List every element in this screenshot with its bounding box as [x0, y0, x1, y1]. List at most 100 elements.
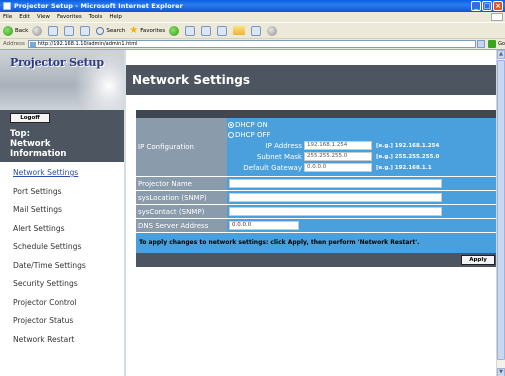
window-controls: _ □ × — [471, 1, 503, 11]
sidebar-item-network-settings[interactable]: Network Settings — [0, 164, 124, 183]
dns-server-input[interactable]: 0.0.0.0 — [229, 221, 299, 230]
messenger-button[interactable] — [267, 25, 279, 36]
dhcp-on-option[interactable]: DHCP ON — [228, 120, 498, 130]
favorites-button[interactable]: ★ Favorites — [129, 24, 166, 36]
ip-address-label: IP Address — [265, 141, 302, 150]
ip-address-input[interactable]: 192.168.1.254 — [304, 141, 372, 150]
ip-configuration-row: IP Configuration DHCP ON DHCP OFF IP Add… — [136, 118, 498, 177]
maximize-button[interactable]: □ — [482, 1, 492, 11]
menu-view[interactable]: View — [37, 14, 50, 20]
print-button[interactable] — [201, 25, 213, 36]
window-title: Projector Setup - Microsoft Internet Exp… — [14, 2, 183, 10]
go-label: Go — [498, 41, 505, 47]
refresh-icon — [64, 25, 75, 36]
scroll-thumb[interactable] — [497, 60, 505, 360]
page-viewport: Projector Setup Logoff Top: Network Info… — [0, 49, 505, 376]
subnet-mask-input[interactable]: 255.255.255.0 — [304, 152, 372, 161]
default-gateway-line: Default Gateway 0.0.0.0 [e.g.] 192.168.1… — [228, 162, 498, 173]
folder-button[interactable] — [233, 26, 247, 35]
menu-file[interactable]: File — [3, 14, 12, 20]
media-icon — [251, 25, 262, 36]
apply-button[interactable]: Apply — [461, 255, 495, 265]
forward-button[interactable] — [32, 25, 44, 36]
projector-name-row: Projector Name — [136, 177, 498, 191]
subnet-mask-line: Subnet Mask 255.255.255.0 [e.g.] 255.255… — [228, 151, 498, 162]
vertical-scrollbar[interactable]: ▲ ▼ — [496, 50, 505, 376]
dhcp-off-radio[interactable] — [228, 132, 234, 138]
sidebar-item-alert-settings[interactable]: Alert Settings — [0, 220, 124, 239]
syslocation-input[interactable] — [229, 193, 442, 202]
home-icon — [80, 25, 91, 36]
sidebar-item-date-time-settings[interactable]: Date/Time Settings — [0, 257, 124, 276]
page-icon — [29, 42, 36, 47]
scroll-down-button[interactable]: ▼ — [497, 368, 505, 376]
dhcp-off-label: DHCP OFF — [235, 131, 271, 139]
ip-configuration-label: IP Configuration — [138, 143, 194, 151]
dns-server-row: DNS Server Address 0.0.0.0 — [136, 219, 498, 233]
address-dropdown-button[interactable] — [477, 40, 486, 48]
sidebar-item-network-restart[interactable]: Network Restart — [0, 331, 124, 350]
minimize-button[interactable]: _ — [471, 1, 481, 11]
menu-help[interactable]: Help — [109, 14, 122, 20]
browser-toolbar: Back Search ★ Favorites — [0, 22, 505, 38]
menu-tools[interactable]: Tools — [89, 14, 103, 20]
refresh-button[interactable] — [64, 25, 76, 36]
address-url: http://192.168.1.10/admin/admin1.html — [37, 41, 138, 47]
print-icon — [201, 25, 212, 36]
back-button[interactable]: Back — [3, 25, 29, 36]
edit-button[interactable] — [217, 25, 229, 36]
subnet-mask-example: [e.g.] 255.255.255.0 — [376, 153, 440, 160]
search-button[interactable]: Search — [96, 26, 125, 35]
address-input[interactable]: http://192.168.1.10/admin/admin1.html — [27, 40, 477, 48]
back-label: Back — [15, 27, 29, 34]
edit-icon — [217, 25, 228, 36]
sidebar-item-schedule-settings[interactable]: Schedule Settings — [0, 238, 124, 257]
sidebar-item-projector-control[interactable]: Projector Control — [0, 294, 124, 313]
projector-name-input[interactable] — [229, 179, 442, 188]
sidebar-item-port-settings[interactable]: Port Settings — [0, 183, 124, 202]
scroll-up-button[interactable]: ▲ — [497, 50, 505, 59]
syslocation-row: sysLocation (SNMP) — [136, 191, 498, 205]
default-gateway-label: Default Gateway — [243, 163, 302, 172]
dhcp-off-option[interactable]: DHCP OFF — [228, 130, 498, 140]
network-settings-form: IP Configuration DHCP ON DHCP OFF IP Add… — [136, 110, 498, 267]
favorites-label: Favorites — [140, 27, 166, 34]
form-top-bar — [136, 110, 498, 118]
history-button[interactable] — [169, 25, 181, 36]
messenger-icon — [267, 25, 278, 36]
menu-edit[interactable]: Edit — [19, 14, 30, 20]
sidebar-nav: Network Settings Port Settings Mail Sett… — [0, 164, 124, 349]
syscontact-row: sysContact (SNMP) — [136, 205, 498, 219]
sidebar: Projector Setup Logoff Top: Network Info… — [0, 50, 126, 376]
syslocation-label: sysLocation (SNMP) — [138, 193, 207, 202]
media-button[interactable] — [251, 25, 263, 36]
star-icon: ★ — [129, 24, 139, 36]
home-button[interactable] — [80, 25, 92, 36]
apply-bar: Apply — [136, 253, 498, 267]
close-button[interactable]: × — [493, 1, 503, 11]
history-icon — [169, 25, 180, 36]
syscontact-label: sysContact (SNMP) — [138, 207, 205, 216]
windows-logo-icon — [491, 13, 503, 21]
section-heading-line: Network — [10, 139, 51, 149]
default-gateway-input[interactable]: 0.0.0.0 — [304, 163, 372, 172]
window-titlebar: Projector Setup - Microsoft Internet Exp… — [0, 0, 505, 12]
stop-button[interactable] — [48, 25, 60, 36]
go-button[interactable]: Go — [488, 40, 505, 48]
dhcp-on-label: DHCP ON — [235, 121, 268, 129]
sidebar-item-security-settings[interactable]: Security Settings — [0, 275, 124, 294]
address-label: Address — [3, 41, 25, 47]
menu-favorites[interactable]: Favorites — [57, 14, 82, 20]
section-heading-line: Top: — [10, 129, 30, 139]
sidebar-item-projector-status[interactable]: Projector Status — [0, 312, 124, 331]
logoff-button[interactable]: Logoff — [10, 113, 50, 123]
dhcp-on-radio[interactable] — [228, 122, 234, 128]
section-heading-line: Information — [10, 149, 67, 159]
logoff-bar: Logoff — [0, 110, 124, 126]
ie-icon — [3, 2, 11, 10]
mail-button[interactable] — [185, 25, 197, 36]
brand-banner: Projector Setup — [0, 50, 124, 110]
syscontact-input[interactable] — [229, 207, 442, 216]
search-icon — [96, 26, 105, 35]
sidebar-item-mail-settings[interactable]: Mail Settings — [0, 201, 124, 220]
